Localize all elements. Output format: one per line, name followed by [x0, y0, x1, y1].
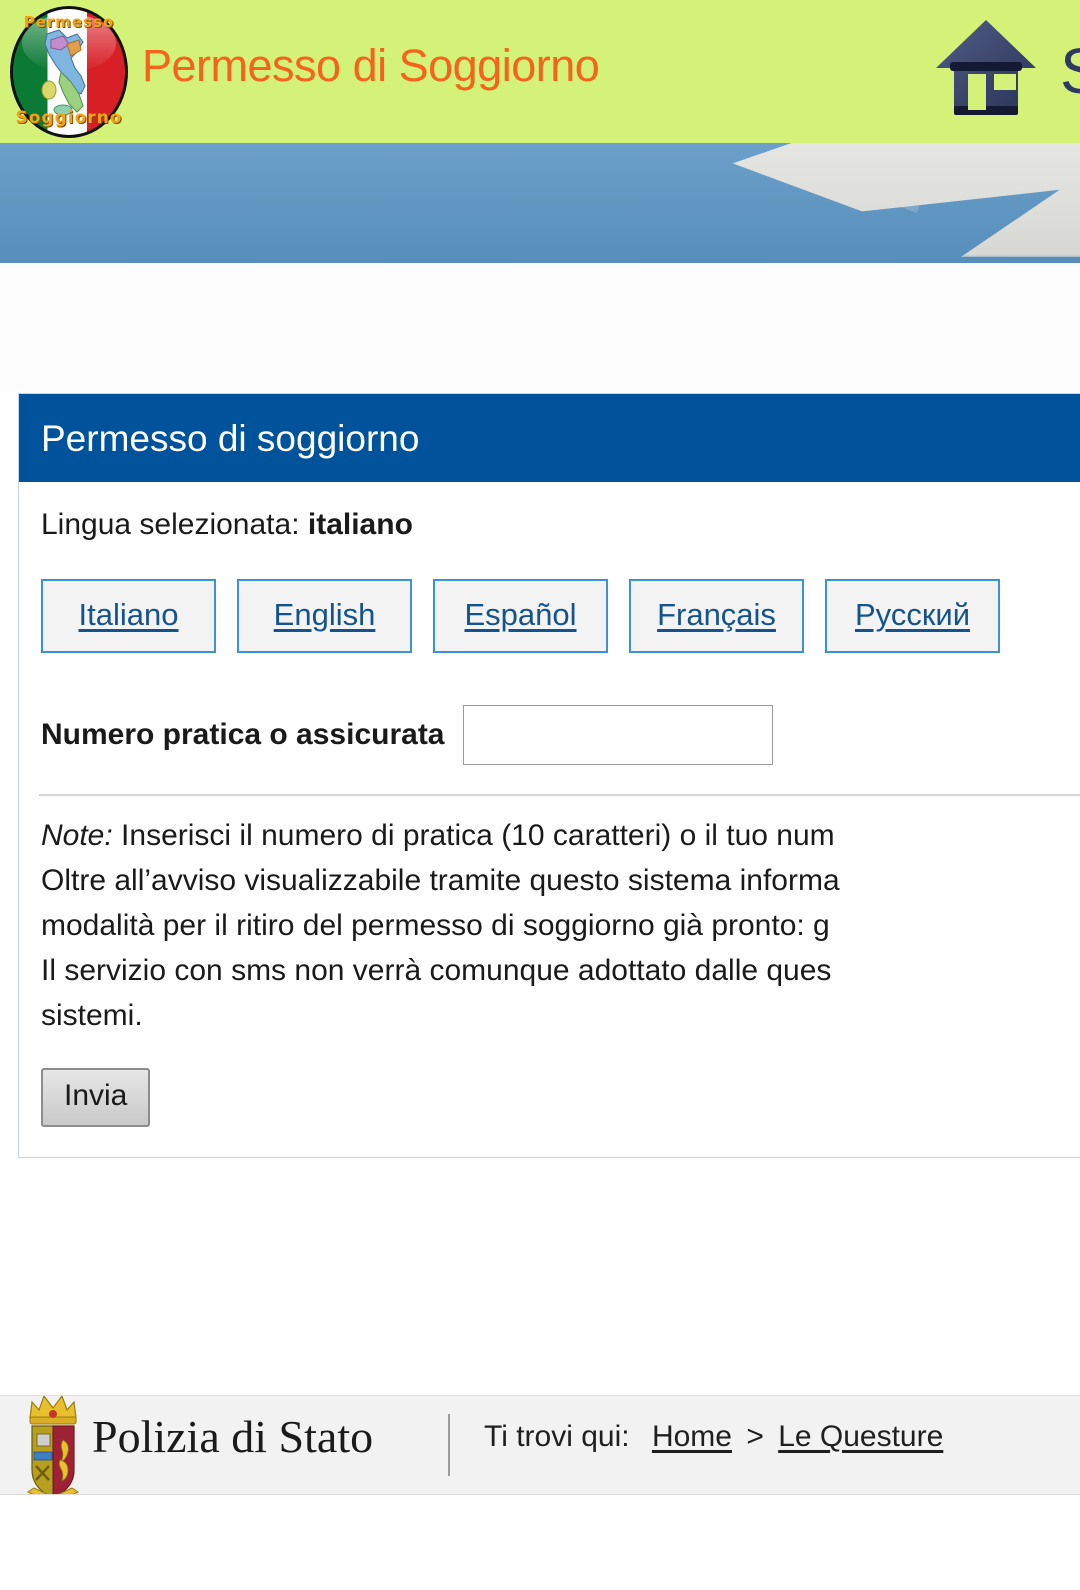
language-button-espanol[interactable]: Español: [433, 579, 608, 653]
note-line-1: Note: Inserisci il numero di pratica (10…: [41, 813, 1080, 858]
note-line-4: Il servizio con sms non verrà comunque a…: [41, 948, 1080, 993]
language-button-english[interactable]: English: [237, 579, 412, 653]
banner-overlay: [0, 143, 1080, 263]
panel-title: Permesso di soggiorno: [19, 394, 1080, 482]
submit-row: Invia: [19, 1038, 1080, 1127]
language-link-francais[interactable]: Français: [657, 597, 776, 632]
practice-number-input[interactable]: [463, 705, 773, 765]
breadcrumb-separator: >: [740, 1420, 770, 1453]
permesso-panel: Permesso di soggiorno Lingua selezionata…: [18, 393, 1080, 1158]
page-root: Permesso Soggiorno Permesso di Soggiorno…: [0, 0, 1080, 1590]
hero-banner-image: [0, 143, 1080, 263]
house-icon[interactable]: [928, 12, 1044, 128]
app-header-bar: Permesso Soggiorno Permesso di Soggiorno…: [0, 0, 1080, 143]
note-line-3: modalità per il ritiro del permesso di s…: [41, 903, 1080, 948]
note-line-1-text: Inserisci il numero di pratica (10 carat…: [113, 819, 835, 852]
language-button-italiano[interactable]: Italiano: [41, 579, 216, 653]
site-footer: Polizia di Stato Ti trovi qui: Home > Le…: [0, 1395, 1080, 1495]
note-line-2: Oltre all’avviso visualizzabile tramite …: [41, 858, 1080, 903]
language-link-english[interactable]: English: [274, 597, 376, 632]
submit-button[interactable]: Invia: [41, 1068, 150, 1127]
content-spacer: [0, 263, 1080, 393]
breadcrumb-link-home[interactable]: Home: [652, 1420, 732, 1453]
app-title: Permesso di Soggiorno: [142, 40, 599, 92]
practice-number-row: Numero pratica o assicurata: [19, 653, 1080, 765]
polizia-crest-icon: [22, 1395, 84, 1495]
breadcrumb-link-le-questure[interactable]: Le Questure: [778, 1420, 943, 1453]
language-switcher: Italiano English Español Français Русски…: [19, 542, 1080, 653]
breadcrumb: Ti trovi qui: Home > Le Questure: [484, 1420, 943, 1454]
selected-language-label: Lingua selezionata:: [41, 508, 300, 541]
language-link-italiano[interactable]: Italiano: [79, 597, 179, 632]
note-prefix: Note:: [41, 819, 113, 852]
selected-language-row: Lingua selezionata: italiano: [19, 482, 1080, 542]
italy-map-icon: [37, 28, 95, 116]
note-text: Note: Inserisci il numero di pratica (10…: [19, 796, 1080, 1038]
practice-number-label: Numero pratica o assicurata: [41, 718, 445, 752]
language-button-russkiy[interactable]: Русский: [825, 579, 1000, 653]
language-link-espanol[interactable]: Español: [464, 597, 576, 632]
panel-body: Lingua selezionata: italiano Italiano En…: [19, 482, 1080, 1157]
selected-language-value: italiano: [308, 508, 413, 541]
language-link-russkiy[interactable]: Русский: [855, 597, 970, 632]
note-line-5: sistemi.: [41, 993, 1080, 1038]
cut-off-edge-glyph: S: [1060, 36, 1080, 106]
language-button-francais[interactable]: Français: [629, 579, 804, 653]
breadcrumb-here-label: Ti trovi qui:: [484, 1420, 644, 1453]
footer-brand-name: Polizia di Stato: [92, 1410, 373, 1463]
permesso-soggiorno-logo: Permesso Soggiorno: [4, 4, 134, 140]
footer-divider: [448, 1414, 450, 1476]
